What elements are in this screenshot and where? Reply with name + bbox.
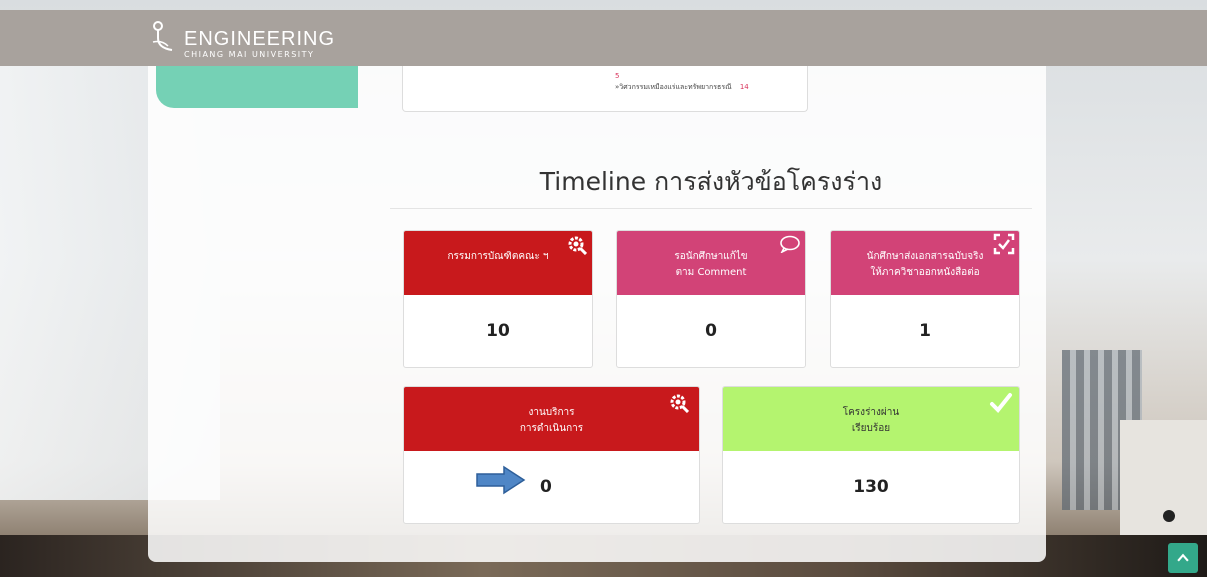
status-card-sublabel: การดำเนินการ (519, 423, 584, 434)
navbar: ENGINEERING CHIANG MAI UNIVERSITY (0, 10, 1207, 66)
status-card-header: โครงร่างผ่าน เรียบร้อย (723, 387, 1019, 451)
department-stats-panel: 5 »วิศวกรรมเหมืองแร่และทรัพยากรธรณี 14 (402, 66, 808, 112)
status-card-value: 130 (853, 477, 889, 497)
speech-bubble-icon (780, 235, 800, 253)
status-card-sublabel: เรียบร้อย (851, 423, 891, 434)
department-link-count: 14 (739, 83, 749, 91)
status-card-service-processing[interactable]: งานบริการ การดำเนินการ 0 (403, 386, 700, 524)
status-card-header: กรรมการบัณฑิตคณะ ฯ (404, 231, 592, 295)
back-to-top-button[interactable] (1168, 543, 1198, 573)
status-card-header: นักศึกษาส่งเอกสารฉบับจริง ให้ภาควิชาออกห… (831, 231, 1019, 295)
status-card-label: งานบริการ (528, 407, 575, 418)
gear-search-icon (670, 394, 689, 413)
status-card-label: รอนักศึกษาแก้ไข (674, 251, 748, 262)
status-card-final-document[interactable]: นักศึกษาส่งเอกสารฉบับจริง ให้ภาควิชาออกห… (830, 230, 1020, 368)
status-card-student-revision[interactable]: รอนักศึกษาแก้ไข ตาม Comment 0 (616, 230, 806, 368)
status-card-sublabel: ให้ภาควิชาออกหนังสือต่อ (870, 267, 980, 278)
timeline-title: Timeline การส่งหัวข้อโครงร่าง (539, 167, 883, 196)
chevron-up-icon (1177, 553, 1189, 562)
checkmark-icon (990, 393, 1012, 413)
brand-title: ENGINEERING (184, 28, 336, 50)
arrow-right-icon (476, 465, 526, 495)
status-card-value: 0 (540, 477, 552, 497)
status-card-header: รอนักศึกษาแก้ไข ตาม Comment (617, 231, 805, 295)
department-link[interactable]: »วิศวกรรมเหมืองแร่และทรัพยากรธรณี 14 (615, 82, 749, 93)
status-card-sublabel: ตาม Comment (675, 267, 747, 278)
status-card-value: 1 (919, 321, 931, 341)
timeline-divider (390, 208, 1032, 209)
status-card-label: โครงร่างผ่าน (842, 407, 900, 418)
status-card-value: 10 (486, 321, 510, 341)
status-card-value: 0 (705, 321, 717, 341)
department-count: 5 (615, 72, 620, 80)
status-card-label: กรรมการบัณฑิตคณะ ฯ (447, 251, 549, 262)
department-link-label: »วิศวกรรมเหมืองแร่และทรัพยากรธรณี (615, 83, 732, 91)
brand-subtitle: CHIANG MAI UNIVERSITY (184, 50, 315, 59)
status-card-graduate-committee[interactable]: กรรมการบัณฑิตคณะ ฯ 10 (403, 230, 593, 368)
university-emblem-icon (152, 21, 173, 51)
background-object (1163, 510, 1175, 522)
expand-check-icon (993, 233, 1015, 255)
status-card-header: งานบริการ การดำเนินการ (404, 387, 699, 451)
gear-search-icon (568, 236, 587, 255)
status-card-proposal-approved[interactable]: โครงร่างผ่าน เรียบร้อย 130 (722, 386, 1020, 524)
sidebar-mint-card (156, 66, 358, 108)
status-card-label: นักศึกษาส่งเอกสารฉบับจริง (866, 251, 984, 262)
